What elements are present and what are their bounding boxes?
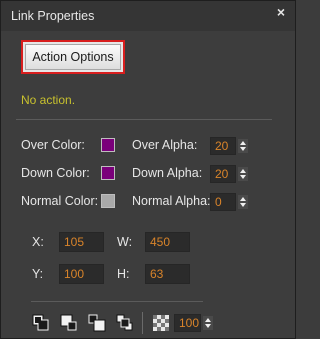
over-color-swatch[interactable]: [101, 138, 115, 152]
down-color-label: Down Color:: [21, 166, 90, 180]
down-color-swatch[interactable]: [101, 166, 115, 180]
link-properties-panel: Link Properties × Action Options No acti…: [0, 0, 296, 339]
down-alpha-input[interactable]: 20: [210, 165, 236, 183]
toolbar-separator: [142, 312, 143, 334]
normal-color-swatch[interactable]: [101, 194, 115, 208]
y-label: Y:: [32, 267, 44, 281]
send-to-back-icon[interactable]: [116, 314, 134, 332]
down-alpha-stepper-icon[interactable]: [238, 167, 248, 181]
h-label: H:: [117, 267, 130, 281]
title-bar: Link Properties ×: [1, 1, 295, 31]
h-input[interactable]: 63: [145, 264, 190, 284]
normal-alpha-stepper-icon[interactable]: [238, 195, 248, 209]
opacity-stepper-icon[interactable]: [203, 316, 213, 330]
bring-to-front-icon[interactable]: [32, 314, 50, 332]
action-options-button[interactable]: Action Options: [21, 40, 125, 74]
normal-color-label: Normal Color:: [21, 194, 99, 208]
bring-forward-icon[interactable]: [60, 314, 78, 332]
send-backward-icon[interactable]: [88, 314, 106, 332]
x-label: X:: [32, 235, 44, 249]
over-alpha-label: Over Alpha:: [132, 138, 198, 152]
normal-alpha-label: Normal Alpha:: [132, 194, 211, 208]
over-alpha-input[interactable]: 20: [210, 137, 236, 155]
normal-alpha-input[interactable]: 0: [210, 193, 236, 211]
x-input[interactable]: 105: [59, 232, 104, 252]
panel-title: Link Properties: [11, 9, 95, 23]
divider: [16, 119, 272, 120]
down-alpha-label: Down Alpha:: [132, 166, 203, 180]
over-alpha-stepper-icon[interactable]: [238, 139, 248, 153]
transparency-icon[interactable]: [152, 314, 170, 332]
action-options-label[interactable]: Action Options: [25, 44, 121, 70]
w-label: W:: [117, 235, 133, 249]
close-icon[interactable]: ×: [277, 4, 285, 20]
y-input[interactable]: 100: [59, 264, 104, 284]
over-color-label: Over Color:: [21, 138, 85, 152]
w-input[interactable]: 450: [145, 232, 190, 252]
divider: [31, 301, 203, 302]
action-status-text: No action.: [21, 93, 76, 107]
opacity-input[interactable]: 100: [174, 314, 201, 332]
